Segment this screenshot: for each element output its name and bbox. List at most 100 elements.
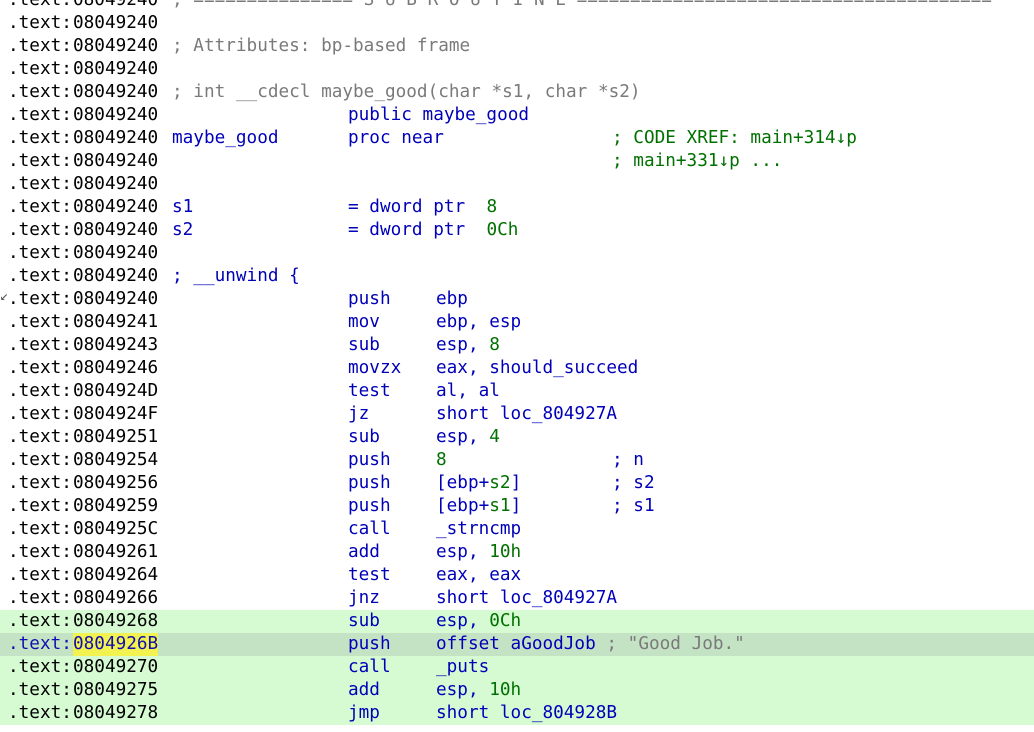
address: 08049275	[73, 680, 159, 700]
address[interactable]: 0804926B	[73, 633, 159, 656]
address: 08049243	[73, 335, 159, 355]
address: 08049240	[73, 36, 159, 56]
disasm-line[interactable]: .text: 08049240	[0, 58, 1034, 81]
address: 08049251	[73, 427, 159, 447]
address: 08049240	[73, 174, 159, 194]
disasm-line[interactable]: .text: 08049246 movzx eax, should_succeed	[0, 357, 1034, 380]
disasm-line[interactable]: .text: 08049240 ; Attributes: bp-based fra…	[0, 35, 1034, 58]
comment: ; =============== S U B R O U T I N E ==…	[172, 0, 992, 10]
operands[interactable]: _puts	[436, 656, 489, 679]
operands[interactable]: esp, 0Ch	[436, 610, 521, 633]
operands[interactable]: _strncmp	[436, 518, 521, 541]
current-line[interactable]: .text: 0804926B push offset aGoodJob ; "Goo…	[0, 633, 1034, 656]
disassembly-view[interactable]: .text: 08049240; =============== S U B R …	[0, 0, 1034, 725]
operands[interactable]: eax, should_succeed	[436, 357, 638, 380]
disasm-line[interactable]: .text: 08049251 sub esp, 4	[0, 426, 1034, 449]
operand-token: eax, should_succeed	[436, 358, 639, 378]
disasm-line[interactable]: ↙ .text: 08049240 push ebp	[0, 288, 1034, 311]
operands[interactable]: offset aGoodJob ; "Good Job."	[436, 633, 745, 656]
disasm-line[interactable]: .text: 08049259 push [ebp+s1] ; s1	[0, 495, 1034, 518]
mnemonic: call	[348, 519, 391, 539]
operands[interactable]: 8	[436, 449, 447, 472]
operands[interactable]: [ebp+s1]	[436, 495, 521, 518]
disasm-line[interactable]: .text: 08049241 mov ebp, esp	[0, 311, 1034, 334]
symbol-name[interactable]: s1	[172, 196, 193, 219]
disasm-line[interactable]: .text: 08049261 add esp, 10h	[0, 541, 1034, 564]
segment-label: .text:	[8, 335, 72, 355]
operands[interactable]: short loc_804928B	[436, 702, 617, 725]
mnemonic: sub	[348, 427, 380, 447]
disasm-line[interactable]: .text: 08049240 s1 = dword ptr 8	[0, 196, 1034, 219]
disasm-line[interactable]: .text: 08049240 maybe_good proc near ; CODE …	[0, 127, 1034, 150]
operands[interactable]: ebp, esp	[436, 311, 521, 334]
operand-token: short loc_804927A	[436, 588, 618, 608]
disasm-line[interactable]: .text: 08049256 push [ebp+s2] ; s2	[0, 472, 1034, 495]
xref-comment[interactable]: ; s1	[612, 495, 655, 518]
disasm-line[interactable]: .text: 08049240	[0, 173, 1034, 196]
disasm-line[interactable]: .text: 08049268 sub esp, 0Ch	[0, 610, 1034, 633]
mnemonic: sub	[348, 611, 380, 631]
operand-token: _strncmp	[436, 519, 522, 539]
disasm-line[interactable]: .text: 08049240 s2 = dword ptr 0Ch	[0, 219, 1034, 242]
disasm-line[interactable]: .text: 08049240 public maybe_good	[0, 104, 1034, 127]
disasm-line[interactable]: .text: 08049275 add esp, 10h	[0, 679, 1034, 702]
operands[interactable]: [ebp+s2]	[436, 472, 521, 495]
operands[interactable]: ebp	[436, 288, 468, 311]
xref-comment[interactable]: ; n	[612, 449, 644, 472]
operand-token: esp,	[436, 611, 490, 631]
operands[interactable]: short loc_804927A	[436, 403, 617, 426]
symbol-name[interactable]: maybe_good	[172, 127, 279, 150]
disasm-line[interactable]: .text: 08049240 ; =============== S U B R …	[0, 0, 1034, 12]
symbol-name[interactable]: s2	[172, 219, 193, 242]
operand-token: s2	[489, 473, 511, 493]
disasm-line[interactable]: .text: 08049240 ; int __cdecl maybe_good(c…	[0, 81, 1034, 104]
address: 08049240	[73, 289, 159, 309]
segment-label: .text:	[8, 565, 72, 585]
segment-label: .text:	[8, 128, 72, 148]
mnemonic: mov	[348, 312, 380, 332]
mnemonic: = dword ptr 8	[348, 197, 498, 217]
mnemonic: jmp	[348, 703, 380, 723]
operands[interactable]: esp, 10h	[436, 679, 521, 702]
segment-label: .text:	[8, 151, 72, 171]
operand-token: _puts	[436, 657, 490, 677]
address: 08049268	[73, 611, 159, 631]
address: 08049240	[73, 13, 159, 33]
address: 08049259	[73, 496, 159, 516]
disasm-line[interactable]: .text: 08049278 jmp short loc_804928B	[0, 702, 1034, 725]
xref-comment[interactable]: ; CODE XREF: main+314↓p	[612, 127, 857, 150]
disasm-line[interactable]: .text: 08049266 jnz short loc_804927A	[0, 587, 1034, 610]
disasm-line[interactable]: .text: 08049240 ; __unwind {	[0, 265, 1034, 288]
operands[interactable]: esp, 8	[436, 334, 500, 357]
mnemonic: = dword ptr 0Ch	[348, 220, 519, 240]
disasm-line[interactable]: .text: 08049240	[0, 12, 1034, 35]
operands[interactable]: esp, 10h	[436, 541, 521, 564]
operand-token: ]	[510, 496, 522, 516]
operand-token: ebp, esp	[436, 312, 522, 332]
disasm-line[interactable]: .text: 0804924D test al, al	[0, 380, 1034, 403]
disasm-line[interactable]: .text: 08049264 test eax, eax	[0, 564, 1034, 587]
operands[interactable]: al, al	[436, 380, 500, 403]
address: 08049240	[73, 59, 159, 79]
operand-token: esp,	[436, 427, 490, 447]
address: 08049240	[73, 197, 159, 217]
disasm-line[interactable]: .text: 0804924F jz short loc_804927A	[0, 403, 1034, 426]
operands[interactable]: eax, eax	[436, 564, 521, 587]
operands[interactable]: short loc_804927A	[436, 587, 617, 610]
mnemonic: test	[348, 381, 391, 401]
disasm-line[interactable]: .text: 08049240	[0, 242, 1034, 265]
disasm-line[interactable]: .text: 08049270 call _puts	[0, 656, 1034, 679]
disasm-line[interactable]: .text: 08049243 sub esp, 8	[0, 334, 1034, 357]
operand-token: ]	[510, 473, 522, 493]
disasm-line[interactable]: .text: 08049254 push 8 ; n	[0, 449, 1034, 472]
segment-label: .text:	[8, 427, 72, 447]
mnemonic: test	[348, 565, 391, 585]
xref-comment[interactable]: ; main+331↓p ...	[612, 150, 782, 173]
disasm-line[interactable]: .text: 08049240 ; main+331↓p ...	[0, 150, 1034, 173]
mnemonic: sub	[348, 335, 380, 355]
operand-token: 10h	[489, 680, 522, 700]
xref-comment[interactable]: ; s2	[612, 472, 655, 495]
disasm-line[interactable]: .text: 0804925C call _strncmp	[0, 518, 1034, 541]
operands[interactable]: esp, 4	[436, 426, 500, 449]
segment-label: .text:	[8, 450, 72, 470]
